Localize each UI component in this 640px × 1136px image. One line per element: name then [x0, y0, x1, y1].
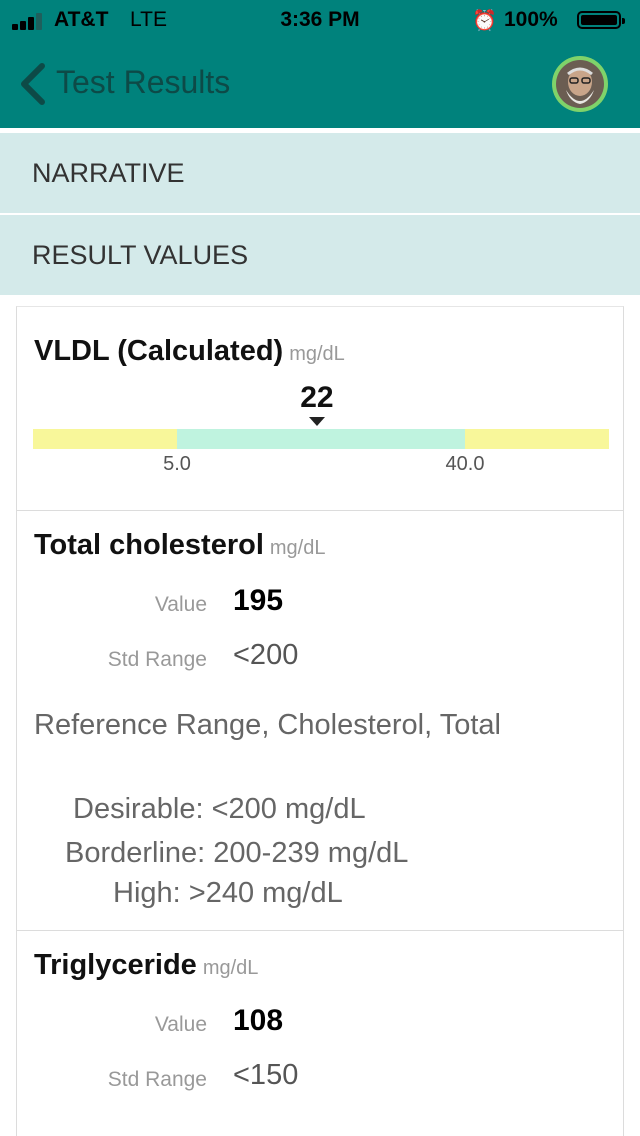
status-bar: AT&T LTE 3:36 PM ⏰ 100%	[0, 0, 640, 40]
top-bar: AT&T LTE 3:36 PM ⏰ 100% Test Results	[0, 0, 640, 128]
gauge-marker-icon	[308, 417, 325, 426]
result-card-vldl: VLDL (Calculated) mg/dL 22 5.0 40.0	[16, 306, 624, 511]
std-range-value: <200	[233, 639, 299, 671]
nav-bar: Test Results	[0, 40, 640, 128]
reference-line-high: High: >240 mg/dL	[113, 877, 343, 909]
result-value: 195	[233, 584, 284, 617]
range-gauge-bar	[33, 429, 609, 449]
result-unit: mg/dL	[269, 537, 326, 559]
narrative-section-header[interactable]: NARRATIVE	[0, 133, 640, 213]
gauge-segment-low	[33, 429, 177, 449]
back-button-label[interactable]: Test Results	[56, 64, 230, 101]
std-range-label: Std Range	[107, 648, 207, 671]
alarm-icon: ⏰	[472, 10, 497, 32]
value-label: Value	[154, 1013, 207, 1036]
avatar[interactable]	[552, 56, 608, 112]
result-value: 108	[233, 1004, 284, 1037]
result-name: Total cholesterol	[34, 529, 264, 561]
result-unit: mg/dL	[289, 343, 345, 365]
gauge-segment-in-range	[177, 429, 465, 449]
battery-percent: 100%	[504, 8, 558, 31]
result-values-section-header[interactable]: RESULT VALUES	[0, 215, 640, 295]
user-photo-icon	[556, 60, 604, 108]
gauge-segment-high	[465, 429, 609, 449]
value-label: Value	[154, 593, 207, 616]
reference-range-title: Reference Range, Cholesterol, Total	[34, 709, 501, 741]
std-range-label: Std Range	[107, 1068, 207, 1091]
std-range-value: <150	[233, 1059, 299, 1091]
result-card-triglyceride: Triglyceride mg/dL Value 108 Std Range <1…	[16, 931, 624, 1136]
result-title: Total cholesterol mg/dL	[34, 529, 325, 562]
gauge-low-tick: 5.0	[163, 453, 191, 475]
gauge-high-tick: 40.0	[445, 453, 485, 475]
battery-icon	[577, 11, 625, 29]
result-unit: mg/dL	[202, 957, 259, 979]
reference-line-borderline: Borderline: 200-239 mg/dL	[65, 837, 409, 869]
gauge-value: 22	[300, 381, 334, 414]
result-title: VLDL (Calculated) mg/dL	[34, 335, 345, 368]
result-title: Triglyceride mg/dL	[34, 949, 258, 982]
reference-line-desirable: Desirable: <200 mg/dL	[73, 793, 366, 825]
result-card-total-cholesterol: Total cholesterol mg/dL Value 195 Std Ran…	[16, 511, 624, 931]
result-name: Triglyceride	[34, 949, 197, 981]
result-name: VLDL (Calculated)	[34, 335, 284, 367]
chevron-left-icon[interactable]	[18, 62, 48, 106]
